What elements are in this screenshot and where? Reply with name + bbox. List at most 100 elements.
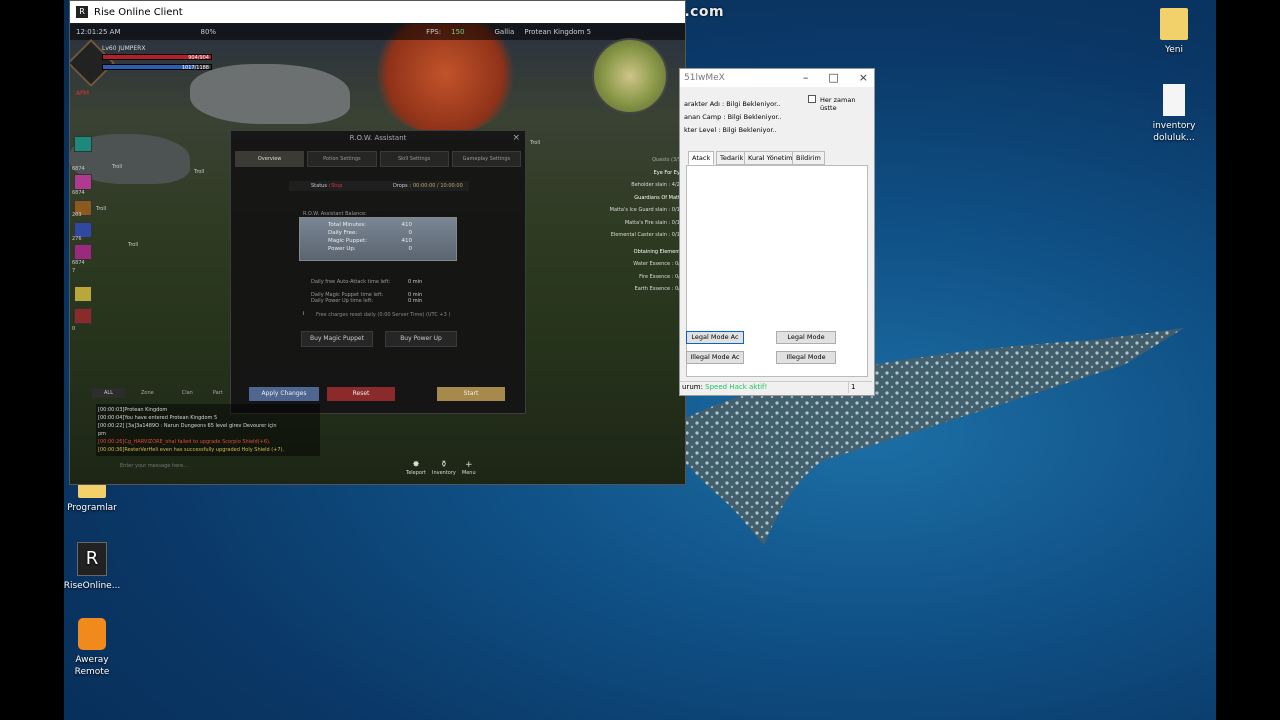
quest-objective: Beholder slain : 4/20 <box>631 182 683 188</box>
game-window[interactable]: R Rise Online Client 12:01:25 AM 80% FPS… <box>69 0 686 485</box>
skill-slot[interactable] <box>74 174 92 190</box>
quest-tracker: Quests (3/5) Eye For Eye Beholder slain … <box>553 154 683 296</box>
game-titlebar[interactable]: R Rise Online Client <box>70 1 685 23</box>
quest-title[interactable]: Eye For Eye <box>553 167 683 180</box>
zoom-level: 80% <box>200 28 217 36</box>
trainer-status-bar: urum: Speed Hack aktif! 1 <box>680 381 872 393</box>
close-icon[interactable]: × <box>512 131 520 145</box>
status-message: Speed Hack aktif! <box>705 383 768 391</box>
buy-magic-puppet-button[interactable]: Buy Magic Puppet <box>301 331 373 347</box>
rise-logo-icon: R <box>76 6 88 18</box>
quest-header: Quests (3/5) <box>652 157 683 163</box>
tab-bildirim[interactable]: Bildirim <box>792 151 825 165</box>
minimap[interactable] <box>592 38 668 114</box>
status-field: 1 <box>848 382 855 393</box>
row-assistant-tabs: Overview Potion Settings Skill Settings … <box>231 151 525 167</box>
level-info: kter Level : Bilgi Bekleniyor.. <box>684 126 777 134</box>
aweray-icon <box>78 618 106 650</box>
scene-rock <box>190 64 350 124</box>
always-on-top-checkbox[interactable] <box>808 95 816 103</box>
mode-label: APM <box>76 90 89 97</box>
legal-mode-button[interactable]: Legal Mode <box>776 331 836 344</box>
clock: 12:01:25 AM <box>76 28 121 36</box>
menu-button[interactable]: + Menu <box>462 460 476 476</box>
game-window-title: Rise Online Client <box>94 6 183 18</box>
skill-slot[interactable] <box>74 308 92 324</box>
skill-slot[interactable] <box>74 244 92 260</box>
illegal-mode-ac-button[interactable]: Illegal Mode Ac <box>686 351 744 364</box>
desktop-icon-yeni[interactable]: Yeni <box>1144 8 1204 56</box>
file-icon <box>1163 84 1185 116</box>
chat-tab-clan[interactable]: Clan <box>170 388 205 398</box>
reset-button[interactable]: Reset <box>327 387 395 401</box>
quest-objective: Elemental Caster slain : 0/10 <box>610 232 683 238</box>
mp-bar: 1017/1188 <box>102 64 212 71</box>
tab-atack[interactable]: Atack <box>688 151 715 165</box>
chat-line: pm <box>98 431 107 437</box>
buy-power-up-button[interactable]: Buy Power Up <box>385 331 457 347</box>
skill-slot[interactable] <box>74 286 92 302</box>
quest-objective: Earth Essence : 0/1 <box>634 286 683 292</box>
skill-slot[interactable] <box>74 136 92 152</box>
inventory-button[interactable]: ⚱ Inventory <box>432 460 456 476</box>
quest-title[interactable]: Obtaining Elements <box>553 246 683 259</box>
quest-objective: Fire Essence : 0/1 <box>639 273 683 280</box>
chat-line: [00:00:03]Protean Kingdom <box>98 407 168 413</box>
desktop-icon-riseonline[interactable]: R RiseOnline... <box>64 542 122 592</box>
npc-label: Troll <box>96 206 107 212</box>
npc-label: Troll <box>194 169 205 175</box>
tab-overview[interactable]: Overview <box>235 151 305 167</box>
quest-objective: Matta's Ice Guard slain : 0/10 <box>609 207 683 213</box>
server-location: Gallia <box>494 28 515 36</box>
reset-note: Free charges reset daily (0:00 Server Ti… <box>316 312 451 318</box>
chat-input[interactable]: Enter your message here... <box>96 462 296 471</box>
game-scene[interactable]: 12:01:25 AM 80% FPS: 150 Gallia Protean … <box>70 24 685 484</box>
camp-info: anan Camp : Bilgi Bekleniyor.. <box>684 113 782 121</box>
tab-kural-yonetimi[interactable]: Kural Yönetimi <box>744 151 799 165</box>
maximize-icon[interactable]: □ <box>828 71 838 84</box>
desktop-icon-aweray[interactable]: Aweray Remote <box>64 618 122 678</box>
teleport-button[interactable]: ✸ Teleport <box>406 460 426 476</box>
quest-title[interactable]: Guardians Of Matta <box>553 192 683 205</box>
minimize-icon[interactable]: – <box>803 71 809 84</box>
tab-potion-settings[interactable]: Potion Settings <box>307 151 377 167</box>
character-name-info: arakter Adı : Bilgi Bekleniyor.. <box>684 100 781 108</box>
apply-changes-button[interactable]: Apply Changes <box>249 387 319 401</box>
fps-value: 150 <box>451 28 465 36</box>
chat-tabs: ALL Zone Clan Part <box>92 388 227 398</box>
chat-line: [00:00:04]You have entered Protean Kingd… <box>98 415 218 421</box>
fps-label: FPS: <box>426 28 442 36</box>
tab-tedarik[interactable]: Tedarik <box>716 151 748 165</box>
teleport-icon: ✸ <box>412 460 420 470</box>
desktop-icon-programlar[interactable]: Programlar <box>64 484 122 514</box>
start-button[interactable]: Start <box>437 387 505 401</box>
folder-icon <box>1160 8 1188 40</box>
desktop-icon-inventory[interactable]: inventory doluluk... <box>1144 84 1204 144</box>
chat-line: [00:00:36]ResterVerHeli even has success… <box>98 447 285 453</box>
row-assistant-panel[interactable]: R.O.W. Assistant × Overview Potion Setti… <box>230 130 526 414</box>
quest-objective: Matta's Fire slain : 0/10 <box>624 219 683 226</box>
balance-box: Total Minutes: 410 Daily Free: 0 Magic Pup… <box>299 217 457 261</box>
close-icon[interactable]: × <box>859 71 868 84</box>
trainer-window[interactable]: 51lwMeX – □ × Her zaman üstte arakter Ad… <box>679 68 875 396</box>
rise-shortcut-icon: R <box>77 542 107 576</box>
autumn-tree <box>370 24 520 134</box>
legal-mode-ac-button[interactable]: Legal Mode Ac <box>686 331 744 344</box>
chat-tab-all[interactable]: ALL <box>92 388 125 398</box>
npc-label: Troll <box>530 140 541 146</box>
hp-bar: 904/904 <box>102 54 212 61</box>
row-assistant-title: R.O.W. Assistant <box>349 134 407 142</box>
npc-label: Troll <box>112 164 123 170</box>
bottom-menu: ✸ Teleport ⚱ Inventory + Menu <box>406 460 476 476</box>
tab-gameplay-settings[interactable]: Gameplay Settings <box>451 151 521 167</box>
chat-log: [00:00:03]Protean Kingdom [00:00:04]You h… <box>96 404 320 456</box>
illegal-mode-button[interactable]: Illegal Mode <box>776 351 836 364</box>
chat-line: [00:00:22] [3a]3a1489O : Narun Dungeons … <box>98 423 277 429</box>
hud-top-bar: 12:01:25 AM 80% FPS: 150 Gallia Protean … <box>70 24 685 40</box>
chat-line: [00:00:26]Cg_HARVIZORE_ohal failed to up… <box>98 439 271 445</box>
tab-skill-settings[interactable]: Skill Settings <box>379 151 449 167</box>
chat-tab-zone[interactable]: Zone <box>129 388 166 398</box>
trainer-titlebar[interactable]: 51lwMeX – □ × <box>680 69 874 87</box>
chat-tab-party[interactable]: Part <box>209 388 227 398</box>
row-assistant-header: R.O.W. Assistant × <box>231 131 525 145</box>
